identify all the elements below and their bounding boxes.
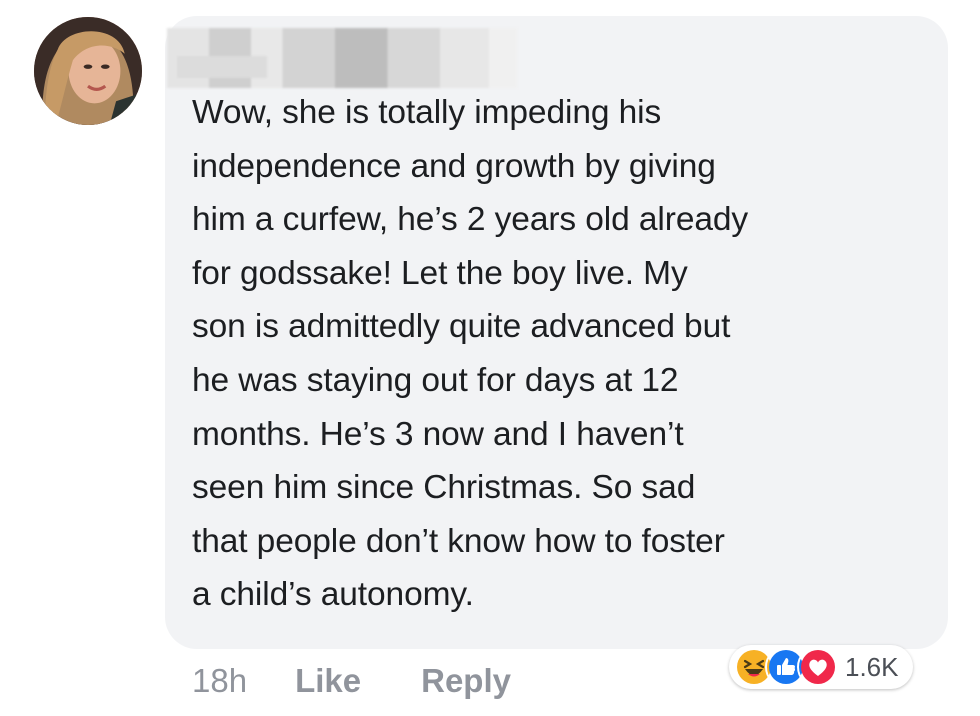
like-button[interactable]: Like bbox=[295, 659, 361, 703]
avatar-photo bbox=[34, 17, 142, 125]
commenter-name-redacted bbox=[167, 28, 517, 88]
heart-icon bbox=[797, 646, 839, 688]
comment-actions: 18h Like Reply bbox=[192, 659, 511, 703]
commenter-avatar[interactable] bbox=[34, 17, 142, 125]
reaction-count: 1.6K bbox=[845, 651, 899, 682]
reply-button[interactable]: Reply bbox=[421, 659, 511, 703]
comment-timestamp[interactable]: 18h bbox=[192, 659, 247, 703]
reaction-summary[interactable]: 1.6K bbox=[729, 645, 913, 689]
comment-body: Wow, she is totally impeding his indepen… bbox=[192, 94, 749, 614]
